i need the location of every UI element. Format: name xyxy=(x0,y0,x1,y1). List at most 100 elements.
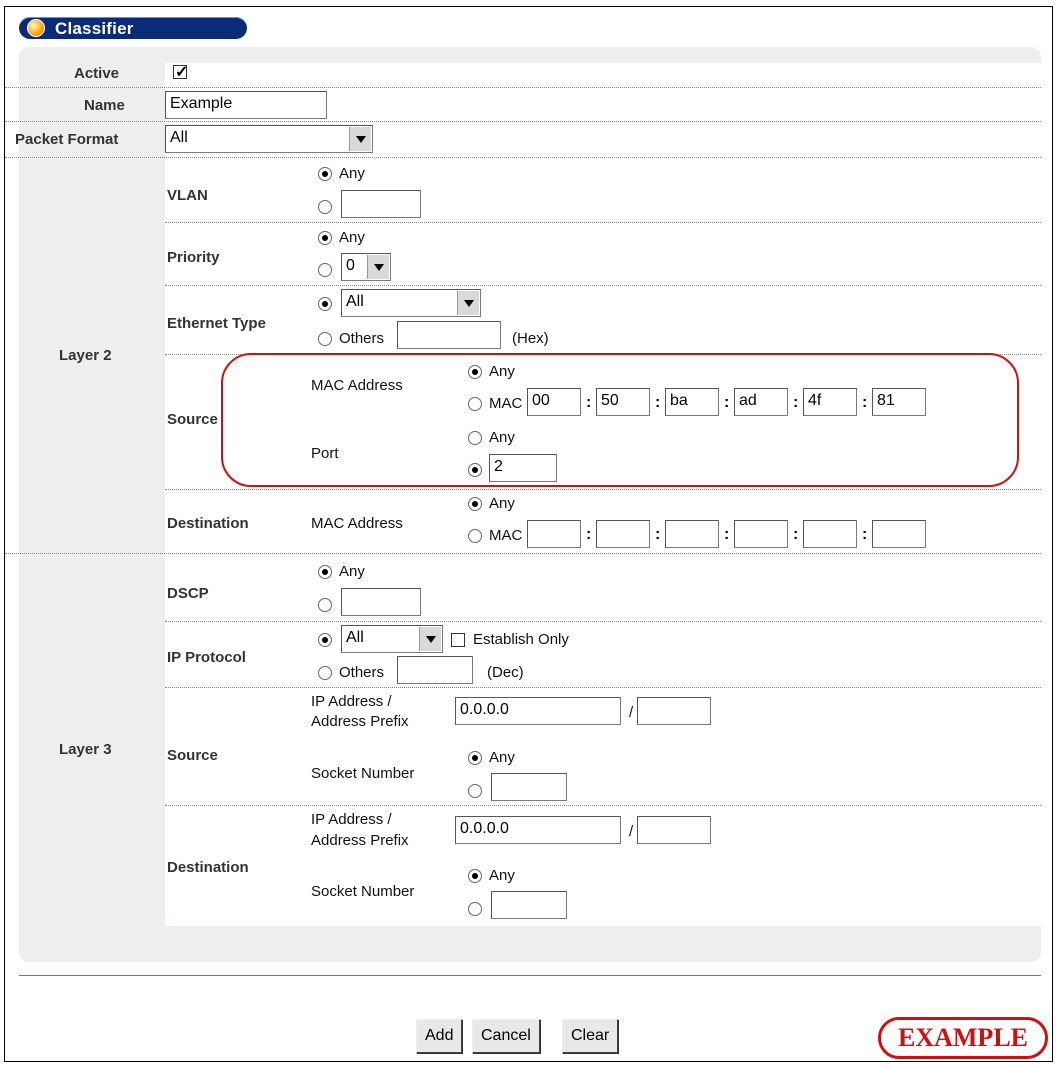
vlan-input[interactable] xyxy=(341,190,421,218)
l3-source-ip-label-1: IP Address / xyxy=(311,693,392,710)
active-label: Active xyxy=(74,65,120,82)
vlan-any-radio[interactable] xyxy=(318,167,332,181)
ethernet-type-label: Ethernet Type xyxy=(167,315,266,332)
row-divider xyxy=(165,805,1041,806)
l3-destination-socket-input[interactable] xyxy=(491,891,567,919)
l2-destination-label: Destination xyxy=(167,515,249,532)
ethernet-type-all-radio[interactable] xyxy=(318,297,332,311)
l2-destination-mac-octet-6[interactable] xyxy=(872,520,926,548)
l3-destination-prefix-input[interactable] xyxy=(637,816,711,844)
dscp-custom-radio[interactable] xyxy=(318,598,332,612)
l3-destination-socket-custom-radio[interactable] xyxy=(468,902,482,916)
ip-protocol-dec-label: (Dec) xyxy=(487,664,524,681)
ip-protocol-value: All xyxy=(346,629,364,646)
ethernet-type-value: All xyxy=(346,293,364,310)
cancel-button[interactable]: Cancel xyxy=(472,1019,540,1053)
l3-destination-label: Destination xyxy=(167,859,249,876)
l2-destination-mac-label: MAC Address xyxy=(311,515,403,532)
orb-icon xyxy=(27,19,45,37)
l3-destination-socket-any-radio[interactable] xyxy=(468,869,482,883)
ethernet-type-others-input[interactable] xyxy=(397,321,501,349)
l3-source-socket-any-label: Any xyxy=(489,749,515,766)
vlan-label: VLAN xyxy=(167,187,208,204)
ip-protocol-select[interactable]: All xyxy=(341,625,443,653)
l3-destination-ip-label-2: Address Prefix xyxy=(311,832,409,849)
row-divider xyxy=(165,489,1041,490)
classifier-window: Classifier Active Name Example Packet Fo… xyxy=(4,6,1053,1062)
ip-protocol-label: IP Protocol xyxy=(167,649,246,666)
section-header: Classifier xyxy=(19,17,247,39)
colon-separator: : xyxy=(793,526,799,543)
l2-destination-mac-octet-4[interactable] xyxy=(734,520,788,548)
row-divider xyxy=(5,87,1041,88)
l3-destination-socket-any-label: Any xyxy=(489,867,515,884)
row-divider xyxy=(165,621,1041,622)
priority-select[interactable]: 0 xyxy=(341,253,391,281)
priority-any-label: Any xyxy=(339,229,365,246)
row-divider xyxy=(165,222,1041,223)
l2-destination-mac-octet-3[interactable] xyxy=(665,520,719,548)
l3-destination-ip-label-1: IP Address / xyxy=(311,811,392,828)
dscp-any-radio[interactable] xyxy=(318,565,332,579)
layer2-label: Layer 2 xyxy=(59,347,112,364)
colon-separator: : xyxy=(724,526,730,543)
row-divider xyxy=(5,553,1041,554)
row-divider xyxy=(165,285,1041,286)
footer-divider xyxy=(19,975,1041,976)
dscp-any-label: Any xyxy=(339,563,365,580)
establish-only-checkbox[interactable] xyxy=(451,633,465,647)
ip-protocol-others-radio[interactable] xyxy=(318,666,332,680)
ip-protocol-others-input[interactable] xyxy=(397,656,473,684)
l2-destination-mac-custom-radio[interactable] xyxy=(468,529,482,543)
name-input[interactable]: Example xyxy=(165,91,327,119)
priority-custom-radio[interactable] xyxy=(318,263,332,277)
priority-any-radio[interactable] xyxy=(318,231,332,245)
chevron-down-icon xyxy=(419,627,441,651)
ethernet-type-others-label: Others xyxy=(339,330,385,347)
l3-source-socket-custom-radio[interactable] xyxy=(468,784,482,798)
l3-source-socket-input[interactable] xyxy=(491,773,567,801)
ip-protocol-others-label: Others xyxy=(339,664,385,681)
l2-source-label: Source xyxy=(167,411,218,428)
l3-destination-ip-input[interactable]: 0.0.0.0 xyxy=(455,816,621,844)
colon-separator: : xyxy=(862,526,868,543)
slash-separator: / xyxy=(629,823,634,840)
example-stamp: EXAMPLE xyxy=(878,1017,1048,1059)
section-title: Classifier xyxy=(55,19,134,38)
ethernet-type-others-radio[interactable] xyxy=(318,332,332,346)
row-divider xyxy=(5,121,1041,122)
dscp-label: DSCP xyxy=(167,585,209,602)
l2-destination-mac-any-label: Any xyxy=(489,495,515,512)
l3-source-ip-label-2: Address Prefix xyxy=(311,713,409,730)
l2-destination-mac-octet-5[interactable] xyxy=(803,520,857,548)
row-divider xyxy=(165,687,1041,688)
l2-destination-mac-octet-1[interactable] xyxy=(527,520,581,548)
colon-separator: : xyxy=(586,526,592,543)
active-checkbox[interactable] xyxy=(173,62,188,82)
l2-destination-mac-prefix: MAC xyxy=(489,527,523,544)
packet-format-value: All xyxy=(170,129,188,146)
chevron-down-icon xyxy=(367,255,389,279)
l2-destination-mac-octet-2[interactable] xyxy=(596,520,650,548)
l2-destination-mac-any-radio[interactable] xyxy=(468,497,482,511)
vlan-any-label: Any xyxy=(339,165,365,182)
add-button[interactable]: Add xyxy=(416,1019,463,1053)
l3-source-label: Source xyxy=(167,747,218,764)
dscp-input[interactable] xyxy=(341,588,421,616)
ethernet-type-select[interactable]: All xyxy=(341,289,481,317)
clear-button[interactable]: Clear xyxy=(562,1019,619,1053)
form-value-area xyxy=(165,63,1041,926)
l3-destination-socket-label: Socket Number xyxy=(311,883,415,900)
ip-protocol-all-radio[interactable] xyxy=(318,633,332,647)
l3-source-prefix-input[interactable] xyxy=(637,697,711,725)
colon-separator: : xyxy=(655,526,661,543)
chevron-down-icon xyxy=(457,291,479,315)
layer3-label: Layer 3 xyxy=(59,741,112,758)
l3-source-ip-input[interactable]: 0.0.0.0 xyxy=(455,697,621,725)
vlan-custom-radio[interactable] xyxy=(318,200,332,214)
packet-format-label: Packet Format xyxy=(15,131,119,148)
packet-format-select[interactable]: All xyxy=(165,125,373,153)
establish-only-label: Establish Only xyxy=(473,631,569,648)
priority-value: 0 xyxy=(346,257,355,274)
l3-source-socket-any-radio[interactable] xyxy=(468,751,482,765)
